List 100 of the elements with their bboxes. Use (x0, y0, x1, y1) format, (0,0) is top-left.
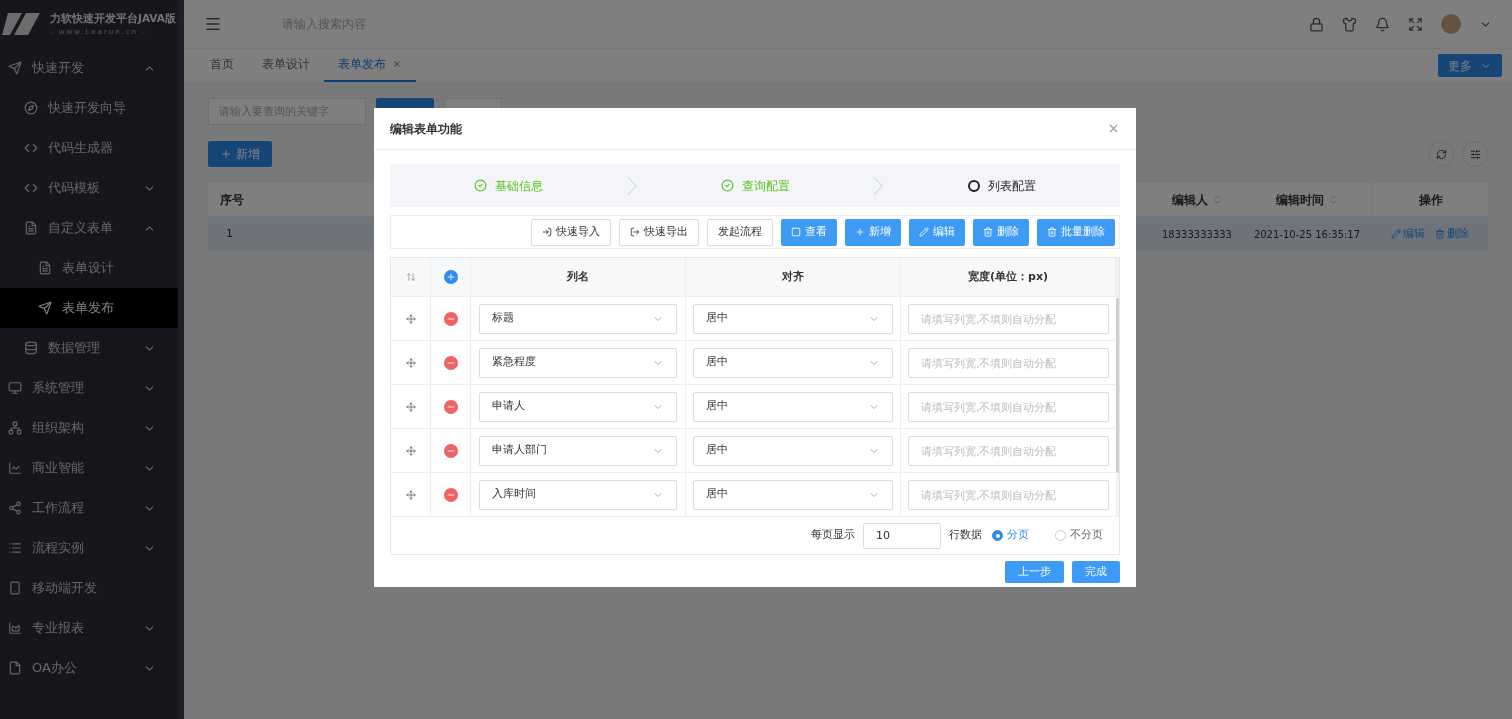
fullscreen-icon[interactable] (1408, 16, 1423, 32)
more-button[interactable]: 更多 (1438, 54, 1502, 77)
column-name-select[interactable]: 紧急程度 (479, 347, 677, 378)
toolbar-button[interactable]: 查看 (781, 218, 837, 246)
trash-icon (1435, 229, 1445, 239)
database-icon (24, 341, 38, 355)
drag-handle-icon[interactable] (405, 357, 416, 368)
sign-out-icon (630, 227, 640, 237)
remove-row-icon[interactable] (443, 399, 458, 414)
scrollbar[interactable] (1116, 258, 1119, 517)
plus-icon (220, 148, 232, 160)
remove-row-icon[interactable] (443, 311, 458, 326)
dialog-title: 编辑表单功能 (390, 120, 463, 138)
sidebar-item[interactable]: 系统管理 (0, 368, 178, 408)
paging-radio[interactable]: 分页 (992, 527, 1029, 544)
area-chart-icon (8, 621, 22, 635)
toolbar-button[interactable]: 发起流程 (707, 218, 773, 246)
column-name-select[interactable]: 标题 (479, 303, 677, 334)
sidebar-item[interactable]: 快速开发向导 (0, 88, 178, 128)
step: 查询配置 (636, 176, 874, 195)
drag-handle-icon[interactable] (405, 313, 416, 324)
column-header: 序号 (219, 191, 245, 209)
align-select[interactable]: 居中 (693, 479, 893, 510)
drag-handle-icon[interactable] (405, 401, 416, 412)
remove-row-icon[interactable] (443, 487, 458, 502)
sidebar-item[interactable]: 工作流程 (0, 488, 178, 528)
sidebar-item[interactable]: 商业智能 (0, 448, 178, 488)
shirt-icon[interactable] (1342, 16, 1357, 32)
square-icon (791, 227, 801, 237)
sidebar-item[interactable]: 组织架构 (0, 408, 178, 448)
column-name-select[interactable]: 申请人 (479, 391, 677, 422)
sidebar-item[interactable]: 代码模板 (0, 168, 178, 208)
column-header: 对齐 (686, 258, 901, 296)
column-header: 编辑人 (1152, 183, 1242, 216)
page-size-field[interactable]: 10 (863, 522, 941, 549)
sidebar-item[interactable]: 数据管理 (0, 328, 178, 368)
column-name-select[interactable]: 申请人部门 (479, 435, 677, 466)
close-icon[interactable] (1107, 122, 1120, 135)
paper-plane-icon (8, 61, 22, 75)
previous-button[interactable]: 上一步 (1005, 561, 1064, 583)
table-cell-text: 2021-10-25 16:35:17 (1252, 227, 1362, 242)
column-header: 操作 (1372, 183, 1488, 216)
menu-icon[interactable] (204, 15, 222, 33)
document-icon (38, 261, 52, 275)
align-select[interactable]: 居中 (693, 435, 893, 466)
add-button[interactable]: 新增 (208, 141, 272, 167)
paging-radio[interactable]: 不分页 (1055, 527, 1103, 544)
sidebar-item[interactable]: 专业报表 (0, 608, 178, 648)
bell-icon[interactable] (1375, 16, 1390, 32)
sidebar-item[interactable]: 移动端开发 (0, 568, 178, 608)
sidebar-item[interactable]: OA办公 (0, 648, 178, 688)
delete-link[interactable]: 删除 (1435, 225, 1469, 243)
tab[interactable]: 表单设计 (248, 48, 324, 82)
tab[interactable]: 首页 (196, 48, 248, 82)
share-icon (8, 501, 22, 515)
refresh-icon (1435, 148, 1447, 160)
sidebar-item[interactable]: 流程实例 (0, 528, 178, 568)
drag-handle-icon[interactable] (405, 489, 416, 500)
list-icon (8, 541, 22, 555)
monitor-icon (8, 381, 22, 395)
add-row-icon[interactable] (443, 270, 458, 284)
table-cell-text: 1 (226, 225, 234, 242)
toolbar-button[interactable]: 新增 (845, 218, 901, 246)
align-select[interactable]: 居中 (693, 391, 893, 422)
sidebar-item[interactable]: 代码生成器 (0, 128, 178, 168)
sign-in-icon (542, 227, 552, 237)
toolbar-button[interactable]: 快速导入 (531, 218, 611, 246)
toolbar-button[interactable]: 删除 (973, 218, 1029, 246)
org-chart-icon (8, 421, 22, 435)
remove-row-icon[interactable] (443, 355, 458, 370)
check-circle-icon (473, 179, 487, 192)
align-select[interactable]: 居中 (693, 347, 893, 378)
rows-label: 行数据 (949, 527, 982, 544)
code-icon (24, 141, 38, 155)
sort-icon (405, 272, 416, 282)
edit-link[interactable]: 编辑 (1391, 225, 1425, 243)
close-icon[interactable] (392, 59, 402, 69)
toolbar-button[interactable]: 编辑 (909, 218, 965, 246)
toolbar-button[interactable]: 快速导出 (619, 218, 699, 246)
width-field[interactable]: 请填写列宽,不填则自动分配 (908, 435, 1109, 466)
sidebar-item[interactable]: 自定义表单 (0, 208, 178, 248)
column-name-select[interactable]: 入库时间 (479, 479, 677, 510)
align-select[interactable]: 居中 (693, 303, 893, 334)
width-field[interactable]: 请填写列宽,不填则自动分配 (908, 479, 1109, 510)
finish-button[interactable]: 完成 (1072, 561, 1120, 583)
avatar[interactable] (1441, 14, 1461, 34)
paper-plane-icon (38, 301, 52, 315)
sidebar-item[interactable]: 快速开发 (0, 48, 178, 88)
pencil-icon (1391, 229, 1401, 239)
width-field[interactable]: 请填写列宽,不填则自动分配 (908, 391, 1109, 422)
width-field[interactable]: 请填写列宽,不填则自动分配 (908, 347, 1109, 378)
toolbar-button[interactable]: 批量删除 (1037, 218, 1115, 246)
sidebar-item[interactable]: 表单设计 (0, 248, 178, 288)
drag-handle-icon[interactable] (405, 445, 416, 456)
remove-row-icon[interactable] (443, 443, 458, 458)
width-field[interactable]: 请填写列宽,不填则自动分配 (908, 303, 1109, 334)
tab[interactable]: 表单发布 (324, 48, 416, 82)
plus-icon (855, 227, 865, 237)
sidebar-item[interactable]: 表单发布 (0, 288, 178, 328)
lock-icon[interactable] (1309, 16, 1324, 32)
